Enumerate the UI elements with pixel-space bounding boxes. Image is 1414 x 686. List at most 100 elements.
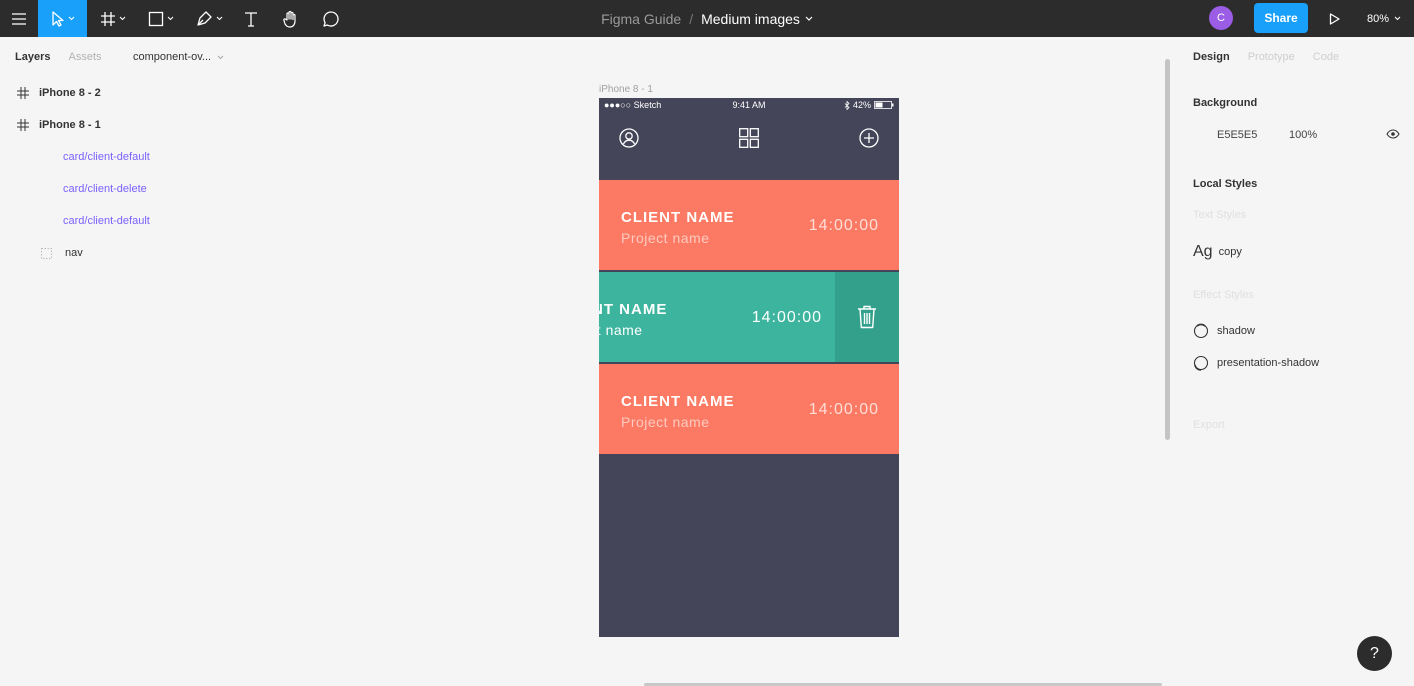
frame-hash-icon bbox=[17, 119, 29, 131]
layer-item[interactable]: card/client-default bbox=[63, 215, 150, 227]
rectangle-icon bbox=[148, 11, 164, 26]
project-name-text: ect name bbox=[599, 322, 643, 338]
client-name: CLIENT NAME bbox=[621, 393, 735, 410]
frame-label[interactable]: iPhone 8 - 1 bbox=[599, 84, 653, 95]
layer-label: card/client-default bbox=[63, 215, 150, 227]
background-opacity-input[interactable]: 100% bbox=[1289, 129, 1317, 141]
move-tool-button[interactable] bbox=[38, 0, 87, 37]
chevron-down-icon bbox=[119, 16, 126, 21]
share-button[interactable]: Share bbox=[1254, 3, 1308, 33]
layer-item[interactable]: iPhone 8 - 1 bbox=[17, 119, 101, 131]
comment-tool-button[interactable] bbox=[318, 0, 344, 37]
client-name: CLIENT NAME bbox=[621, 209, 735, 226]
trash-icon bbox=[858, 305, 876, 329]
frame-hash-icon bbox=[17, 87, 29, 99]
text-styles-heading: Text Styles bbox=[1193, 209, 1247, 221]
frame-tool-button[interactable] bbox=[92, 0, 134, 37]
client-card[interactable]: CLIENT NAME Project name 14:00:00 bbox=[599, 180, 899, 270]
zoom-control[interactable]: 80% bbox=[1367, 0, 1401, 37]
drop-shadow-icon bbox=[1193, 355, 1209, 371]
page-selector[interactable]: component-ov... bbox=[133, 51, 224, 63]
export-heading[interactable]: Export bbox=[1193, 419, 1225, 431]
tab-assets[interactable]: Assets bbox=[68, 51, 101, 63]
right-panel-tabs: Design Prototype Code bbox=[1193, 51, 1339, 63]
present-button[interactable] bbox=[1322, 0, 1346, 37]
text-style-sample: Ag bbox=[1193, 243, 1213, 260]
user-profile-icon[interactable] bbox=[619, 128, 639, 148]
tab-design[interactable]: Design bbox=[1193, 51, 1230, 63]
eye-icon[interactable] bbox=[1386, 129, 1400, 139]
play-icon bbox=[1329, 12, 1340, 25]
comment-bubble-icon bbox=[323, 10, 339, 27]
file-name[interactable]: Medium images bbox=[701, 11, 800, 27]
toolbar: Figma Guide / Medium images C Share 80% bbox=[0, 0, 1414, 37]
menu-button[interactable] bbox=[0, 0, 38, 37]
bluetooth-icon bbox=[844, 100, 850, 110]
layer-label: iPhone 8 - 2 bbox=[39, 87, 101, 99]
card-time: 14:00:00 bbox=[751, 309, 822, 326]
hamburger-icon bbox=[12, 12, 26, 25]
tab-code[interactable]: Code bbox=[1313, 51, 1339, 63]
client-card[interactable]: CLIENT NAME Project name 14:00:00 bbox=[599, 364, 899, 454]
hand-tool-button[interactable] bbox=[278, 0, 304, 37]
effect-style-name: shadow bbox=[1217, 325, 1255, 337]
battery-icon bbox=[874, 101, 894, 109]
frame-hash-icon bbox=[101, 11, 115, 26]
group-icon bbox=[41, 247, 52, 259]
layer-label: nav bbox=[65, 247, 83, 259]
user-avatar[interactable]: C bbox=[1209, 6, 1233, 30]
effect-style-item[interactable]: presentation-shadow bbox=[1193, 355, 1319, 371]
cursor-arrow-icon bbox=[51, 10, 64, 27]
hand-icon bbox=[283, 10, 296, 28]
local-styles-heading: Local Styles bbox=[1193, 178, 1258, 190]
shape-tool-button[interactable] bbox=[140, 0, 182, 37]
project-name-text: Project name bbox=[621, 230, 710, 246]
delete-button[interactable] bbox=[835, 272, 899, 362]
chevron-down-icon[interactable] bbox=[805, 16, 813, 21]
battery-percent: 42% bbox=[852, 100, 871, 110]
drop-shadow-icon bbox=[1193, 323, 1209, 339]
add-circle-icon[interactable] bbox=[859, 128, 879, 148]
zoom-level: 80% bbox=[1367, 12, 1390, 25]
layer-item[interactable]: card/client-delete bbox=[63, 183, 147, 195]
client-card-delete[interactable]: ENT NAME ect name 14:00:00 bbox=[599, 272, 899, 362]
chevron-down-icon bbox=[1394, 16, 1401, 21]
iphone-frame[interactable]: ●●●○○ Sketch 9:41 AM 42% CLIENT NAME Pro… bbox=[599, 98, 899, 637]
layer-label: iPhone 8 - 1 bbox=[39, 119, 101, 131]
card-time: 14:00:00 bbox=[808, 217, 879, 234]
tab-layers[interactable]: Layers bbox=[15, 51, 50, 63]
grid-icon[interactable] bbox=[739, 128, 759, 148]
layer-item[interactable]: iPhone 8 - 2 bbox=[17, 87, 101, 99]
chevron-down-icon bbox=[217, 55, 224, 60]
page-name: component-ov... bbox=[133, 51, 212, 63]
tab-prototype[interactable]: Prototype bbox=[1248, 51, 1295, 63]
status-bar: ●●●○○ Sketch 9:41 AM 42% bbox=[599, 98, 899, 112]
background-heading: Background bbox=[1193, 97, 1258, 109]
help-button[interactable]: ? bbox=[1357, 636, 1392, 671]
layer-item[interactable]: nav bbox=[41, 247, 83, 259]
chevron-down-icon bbox=[68, 16, 74, 21]
battery-status: 42% bbox=[844, 100, 894, 110]
chevron-down-icon bbox=[216, 16, 222, 21]
canvas-scrollbar-vertical[interactable] bbox=[1165, 59, 1170, 440]
layer-label: card/client-delete bbox=[63, 183, 147, 195]
text-style-name: copy bbox=[1218, 246, 1242, 258]
client-name: ENT NAME bbox=[599, 301, 668, 318]
text-tool-button[interactable] bbox=[238, 0, 264, 37]
effect-style-item[interactable]: shadow bbox=[1193, 323, 1255, 339]
effect-styles-heading: Effect Styles bbox=[1193, 289, 1254, 301]
left-panel-tabs: Layers Assets bbox=[15, 51, 102, 63]
effect-style-name: presentation-shadow bbox=[1217, 357, 1320, 369]
text-icon bbox=[245, 11, 257, 27]
layer-label: card/client-default bbox=[63, 151, 150, 163]
project-name[interactable]: Figma Guide bbox=[601, 11, 681, 27]
layer-item[interactable]: card/client-default bbox=[63, 151, 150, 163]
pen-tool-button[interactable] bbox=[188, 0, 230, 37]
background-hex-input[interactable]: E5E5E5 bbox=[1217, 129, 1257, 141]
pen-icon bbox=[196, 11, 212, 26]
title-separator: / bbox=[689, 10, 694, 27]
project-name-text: Project name bbox=[621, 414, 710, 430]
chevron-down-icon bbox=[167, 16, 174, 21]
text-style-item[interactable]: Ag copy bbox=[1193, 243, 1242, 261]
card-time: 14:00:00 bbox=[808, 401, 879, 418]
